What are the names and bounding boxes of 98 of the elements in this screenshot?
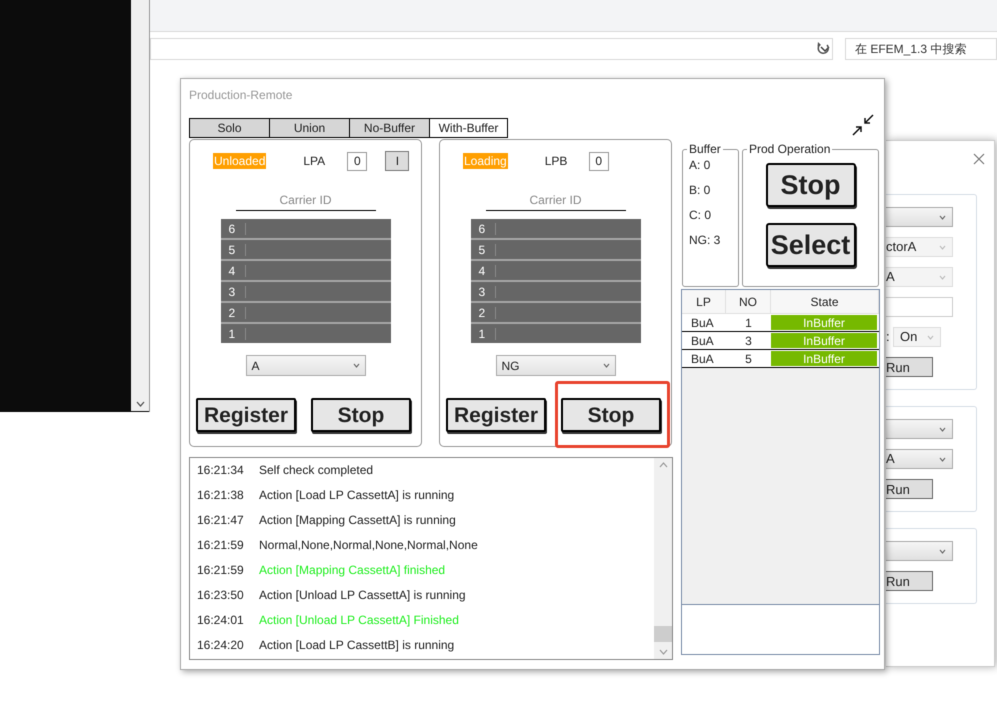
input-field[interactable] <box>886 297 953 317</box>
table-cell-text: 5 <box>744 350 753 367</box>
buffer-count: C: 0 <box>689 207 712 223</box>
button[interactable]: Register <box>446 398 546 432</box>
chevron-down-icon <box>352 363 360 368</box>
slot-number: 1 <box>220 328 246 340</box>
port-name: LPB <box>544 153 568 170</box>
chevron-down-icon <box>939 274 946 280</box>
log-message: Action [Mapping CassettA] is running <box>259 512 456 528</box>
chevron-down-icon <box>939 426 946 432</box>
log-message: Action [Mapping CassettA] finished <box>259 562 446 578</box>
chevron-down-icon <box>820 45 830 53</box>
window-title: Production-Remote <box>189 87 292 103</box>
field-label: : <box>886 328 891 346</box>
port-name: LPA <box>303 153 326 170</box>
buffer-count: B: 0 <box>689 182 712 198</box>
slot-number: 2 <box>220 306 246 318</box>
slot-number: 1 <box>470 328 496 340</box>
slot-number: 3 <box>220 286 246 298</box>
column-header: State <box>771 290 879 313</box>
run-button[interactable]: Run <box>886 357 933 377</box>
button[interactable]: Stop <box>311 398 411 432</box>
chevron-down-icon <box>939 244 946 250</box>
scrollbar-thumb[interactable] <box>654 626 672 642</box>
table-cell-text: 1 <box>744 314 753 331</box>
tab[interactable]: With-Buffer <box>429 118 508 138</box>
buffer-count: NG: 3 <box>689 232 722 248</box>
buffer-count: A: 0 <box>689 157 712 173</box>
log-time: 16:21:38 <box>197 486 245 504</box>
button[interactable]: Stop <box>766 163 856 207</box>
count-box: 0 <box>588 152 609 170</box>
chevron-down-icon <box>927 334 934 340</box>
group-title: Prod Operation <box>748 141 832 158</box>
log-message: Action [Unload LP CassettA] is running <box>259 586 466 604</box>
button[interactable]: Register <box>196 398 296 432</box>
scrollbar[interactable] <box>654 458 672 659</box>
chevron-down-icon <box>602 363 610 368</box>
dropdown[interactable] <box>886 541 953 561</box>
column-header: NO <box>726 290 771 313</box>
indicator-box: I <box>385 151 410 171</box>
table-cell-text: BuA <box>690 314 715 331</box>
log-message: Action [Load LP CassettA] is running <box>259 486 454 504</box>
cassette-dropdown[interactable]: NG <box>496 355 616 376</box>
log-time: 16:21:34 <box>197 462 245 478</box>
address-field[interactable] <box>150 38 833 60</box>
table-cell-text: BuA <box>690 350 715 367</box>
log-time: 16:21:59 <box>197 536 245 554</box>
slot-number: 3 <box>470 286 496 298</box>
button[interactable]: Select <box>766 223 856 267</box>
log-message: Self check completed <box>259 462 374 478</box>
status-label: Unloaded <box>213 153 266 169</box>
state-cell: InBuffer <box>771 351 877 366</box>
slot-number: 6 <box>470 222 496 234</box>
close-icon[interactable] <box>973 153 985 165</box>
column-header: LP <box>682 290 726 313</box>
carrier-id-label: Carrier ID <box>529 192 582 209</box>
table-cell-text: 3 <box>744 332 753 349</box>
dropdown[interactable] <box>886 419 953 439</box>
run-button[interactable]: Run <box>886 571 933 591</box>
chevron-down-icon <box>939 548 946 554</box>
shrink-icon[interactable] <box>851 113 875 137</box>
chevron-up-icon <box>658 462 668 468</box>
state-cell: InBuffer <box>771 315 877 330</box>
log-time: 16:21:59 <box>197 562 245 578</box>
log-time: 16:24:20 <box>197 636 245 654</box>
chevron-down-icon <box>939 214 946 220</box>
tab[interactable]: Union <box>269 118 349 138</box>
status-label: Loading <box>463 153 508 169</box>
log-time: 16:23:50 <box>197 586 245 604</box>
search-field[interactable]: 在 EFEM_1.3 中搜索 <box>845 38 997 60</box>
log-message: Action [Unload LP CassettA] Finished <box>259 612 459 628</box>
dropdown[interactable] <box>886 207 953 227</box>
refresh-icon[interactable] <box>816 41 830 56</box>
carrier-id-label: Carrier ID <box>279 192 332 209</box>
slot-number: 4 <box>470 264 496 276</box>
log-time: 16:21:47 <box>197 512 245 528</box>
slot-number: 4 <box>220 264 246 276</box>
dropdown[interactable]: A <box>886 449 953 469</box>
cassette-dropdown[interactable]: A <box>246 355 366 376</box>
chevron-down-icon <box>136 401 144 407</box>
run-button[interactable]: Run <box>886 479 933 499</box>
log-message: Normal,None,Normal,None,Normal,None <box>259 536 478 554</box>
slot-number: 6 <box>220 222 246 234</box>
chevron-down-icon <box>658 649 668 655</box>
log-time: 16:24:01 <box>197 612 245 628</box>
count-box: 0 <box>347 152 368 170</box>
chevron-down-icon <box>939 456 946 462</box>
slot-number: 5 <box>220 244 246 256</box>
log-message: Action [Load LP CassettB] is running <box>259 636 454 654</box>
button[interactable]: Stop <box>561 398 661 432</box>
scrollbar[interactable] <box>131 0 149 411</box>
tab[interactable]: No-Buffer <box>349 118 429 138</box>
tab[interactable]: Solo <box>189 118 269 138</box>
slot-number: 5 <box>470 244 496 256</box>
slot-number: 2 <box>470 306 496 318</box>
group-title: Buffer <box>688 141 722 158</box>
state-cell: InBuffer <box>771 333 877 348</box>
table-cell-text: BuA <box>690 332 715 349</box>
